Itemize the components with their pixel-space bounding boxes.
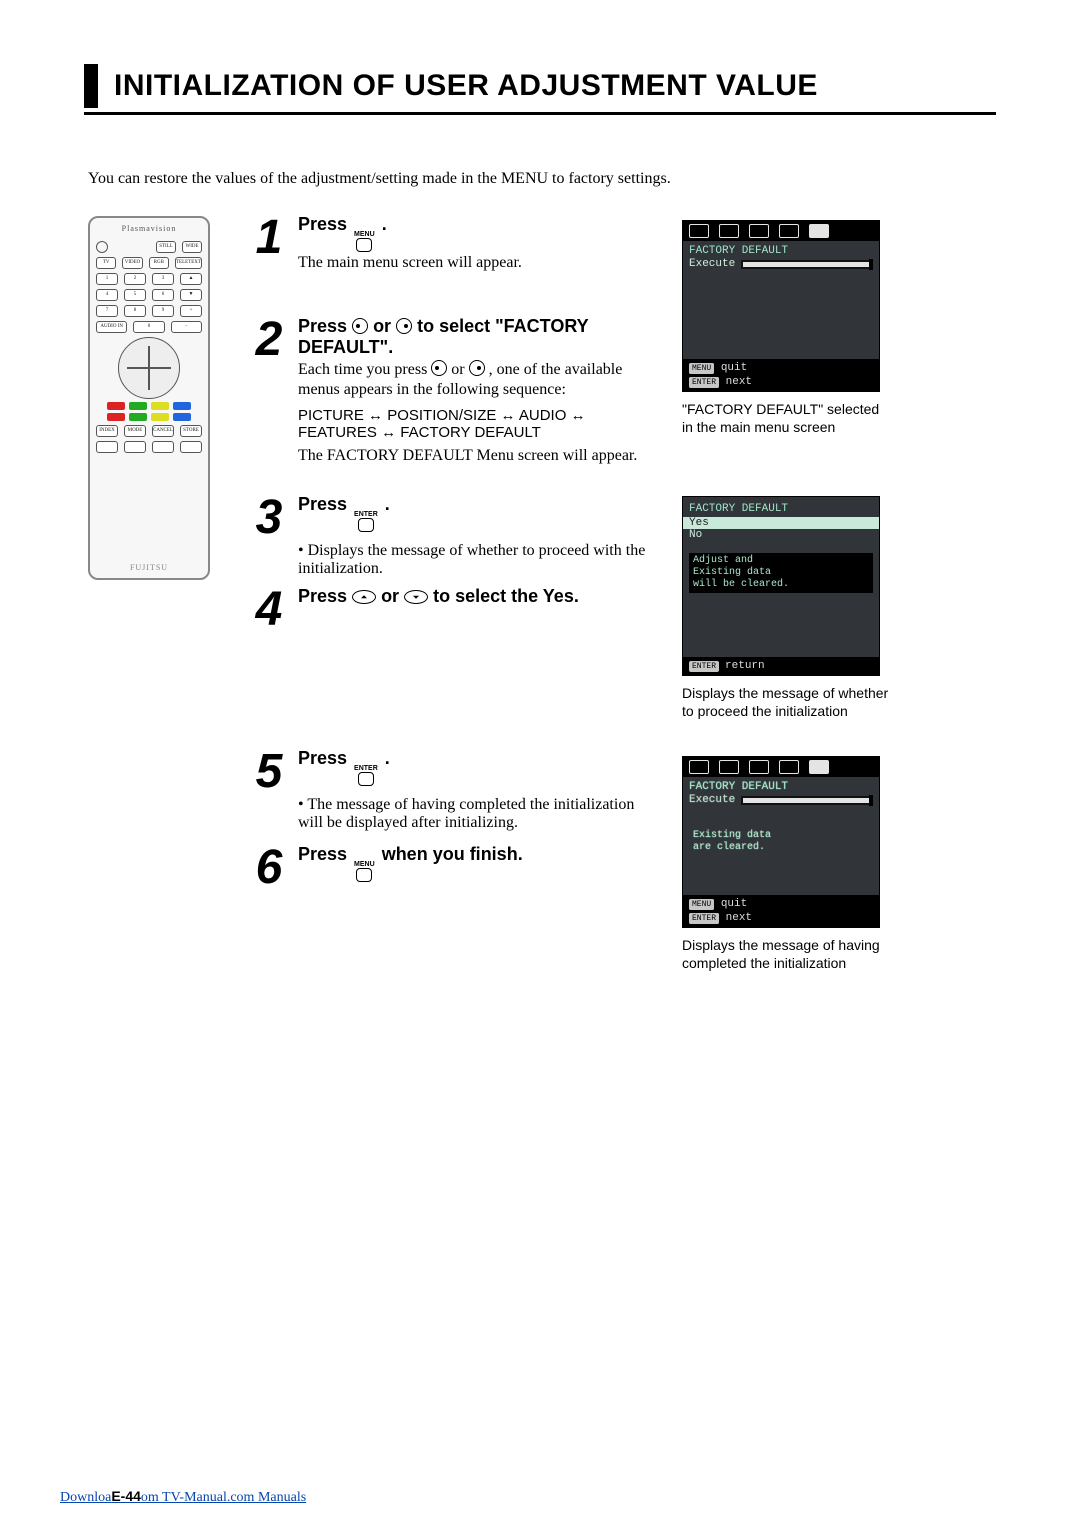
right-dot-icon <box>396 318 412 334</box>
text: Press <box>298 494 352 514</box>
footer-text-post: om TV-Manual.com Manuals <box>141 1490 306 1505</box>
text: . <box>385 494 390 514</box>
step-1-desc: The main menu screen will appear. <box>298 254 522 272</box>
right-dot-icon <box>469 360 485 376</box>
text: . <box>385 748 390 768</box>
osd-footer: ENTER return <box>683 657 879 675</box>
osd-factory-default-menu: FACTORY DEFAULT Execute MENU quit ENTER … <box>682 220 880 392</box>
step-3-bullet: • Displays the message of whether to pro… <box>298 542 658 578</box>
title-ornament <box>84 64 98 108</box>
menu-button-icon: MENU <box>354 231 375 252</box>
osd-warning-message: Adjust and Existing data will be cleared… <box>689 553 873 593</box>
step-1-heading: Press MENU . <box>298 214 522 252</box>
step-5: 5 Press ENTER . • The message of having … <box>252 748 658 832</box>
enter-button-icon: ENTER <box>354 511 378 532</box>
step-number: 6 <box>252 844 286 892</box>
osd-complete-screen: FACTORY DEFAULT Execute Existing data ar… <box>682 756 880 928</box>
osd-next-label: next <box>726 376 752 388</box>
osd1-caption: "FACTORY DEFAULT" selected in the main m… <box>682 400 892 436</box>
enter-button-icon: ENTER <box>354 765 378 786</box>
left-dot-icon <box>431 360 447 376</box>
step-number: 4 <box>252 586 286 634</box>
page-root: INITIALIZATION OF USER ADJUSTMENT VALUE … <box>0 0 1080 1528</box>
step-6: 6 Press MENU when you finish. <box>252 844 523 892</box>
osd-title: FACTORY DEFAULT <box>683 241 879 257</box>
osd-row-execute: Execute <box>683 258 879 270</box>
osd-option-yes: Yes <box>683 517 879 529</box>
up-oval-icon <box>352 590 376 604</box>
osd-return-label: return <box>725 660 765 672</box>
step-5-heading: Press ENTER . <box>298 748 658 786</box>
left-dot-icon <box>352 318 368 334</box>
osd-quit-label: quit <box>721 362 747 374</box>
osd-complete-message: Existing data are cleared. <box>689 828 873 856</box>
osd-tab-icons <box>683 757 879 777</box>
step-2-heading: Press or to select "FACTORY DEFAULT". <box>298 316 658 358</box>
title-bar: INITIALIZATION OF USER ADJUSTMENT VALUE <box>84 64 996 108</box>
osd-footer: MENU quit ENTER next <box>683 359 879 391</box>
step-number: 1 <box>252 214 286 272</box>
step-1: 1 Press MENU . The main menu screen will… <box>252 214 522 272</box>
step-4: 4 Press or to select the Yes. <box>252 586 579 634</box>
remote-illustration: Plasmavision STILLWIDE TVVIDEORGBTELETEX… <box>88 216 210 580</box>
remote-brand: Plasmavision <box>90 224 208 233</box>
osd-row-execute: Execute <box>683 794 879 806</box>
down-oval-icon <box>404 590 428 604</box>
footer-text-pre: Downloa <box>60 1490 111 1505</box>
osd-footer: MENU quit ENTER next <box>683 895 879 927</box>
text: Press <box>298 316 352 336</box>
step-2-each: Each time you press or , one of the avai… <box>298 360 658 379</box>
text: when you finish. <box>382 844 523 864</box>
title-underline <box>84 112 996 115</box>
osd-foot-enter-icon: ENTER <box>689 913 719 924</box>
osd-foot-menu-icon: MENU <box>689 363 714 374</box>
remote-maker: FUJITSU <box>90 563 208 572</box>
menu-button-icon: MENU <box>354 861 375 882</box>
step-number: 5 <box>252 748 286 832</box>
page-title: INITIALIZATION OF USER ADJUSTMENT VALUE <box>114 69 818 103</box>
osd-quit-label: quit <box>721 898 747 910</box>
osd-foot-enter-icon: ENTER <box>689 661 719 672</box>
osd3-caption: Displays the message of having completed… <box>682 936 892 972</box>
page-number: E-44 <box>111 1488 141 1504</box>
step-2-desc: menus appears in the following sequence: <box>298 381 658 399</box>
step-5-bullet: • The message of having completed the in… <box>298 796 658 832</box>
menu-sequence: PICTURE ↔ POSITION/SIZE ↔ AUDIO ↔ FEATUR… <box>298 407 658 441</box>
text: Press <box>298 214 352 234</box>
footer-download-link[interactable]: DownloaE-44om TV-Manual.com Manuals <box>60 1488 306 1506</box>
text: Press <box>298 748 352 768</box>
osd-next-label: next <box>726 912 752 924</box>
osd-foot-menu-icon: MENU <box>689 899 714 910</box>
step-3-heading: Press ENTER . <box>298 494 658 532</box>
osd-label-execute: Execute <box>689 794 735 806</box>
osd-confirm-dialog: FACTORY DEFAULT Yes No Adjust and Existi… <box>682 496 880 676</box>
osd-option-no: No <box>683 529 879 541</box>
step-2: 2 Press or to select "FACTORY DEFAULT". … <box>252 316 658 465</box>
osd-label-execute: Execute <box>689 258 735 270</box>
osd-tab-icons <box>683 221 879 241</box>
text: or <box>381 586 404 606</box>
text: to select the Yes. <box>433 586 579 606</box>
step-3: 3 Press ENTER . • Displays the message o… <box>252 494 658 578</box>
osd-title: FACTORY DEFAULT <box>683 777 879 793</box>
step-2-desc2: The FACTORY DEFAULT Menu screen will app… <box>298 447 658 465</box>
step-6-heading: Press MENU when you finish. <box>298 844 523 882</box>
osd-title: FACTORY DEFAULT <box>683 497 879 517</box>
text: . <box>382 214 387 234</box>
step-4-heading: Press or to select the Yes. <box>298 586 579 607</box>
text: Press <box>298 844 352 864</box>
osd2-caption: Displays the message of whether to proce… <box>682 684 892 720</box>
intro-text: You can restore the values of the adjust… <box>88 170 671 188</box>
text: or <box>373 316 396 336</box>
step-number: 2 <box>252 316 286 465</box>
text: Press <box>298 586 352 606</box>
step-number: 3 <box>252 494 286 578</box>
osd-foot-enter-icon: ENTER <box>689 377 719 388</box>
